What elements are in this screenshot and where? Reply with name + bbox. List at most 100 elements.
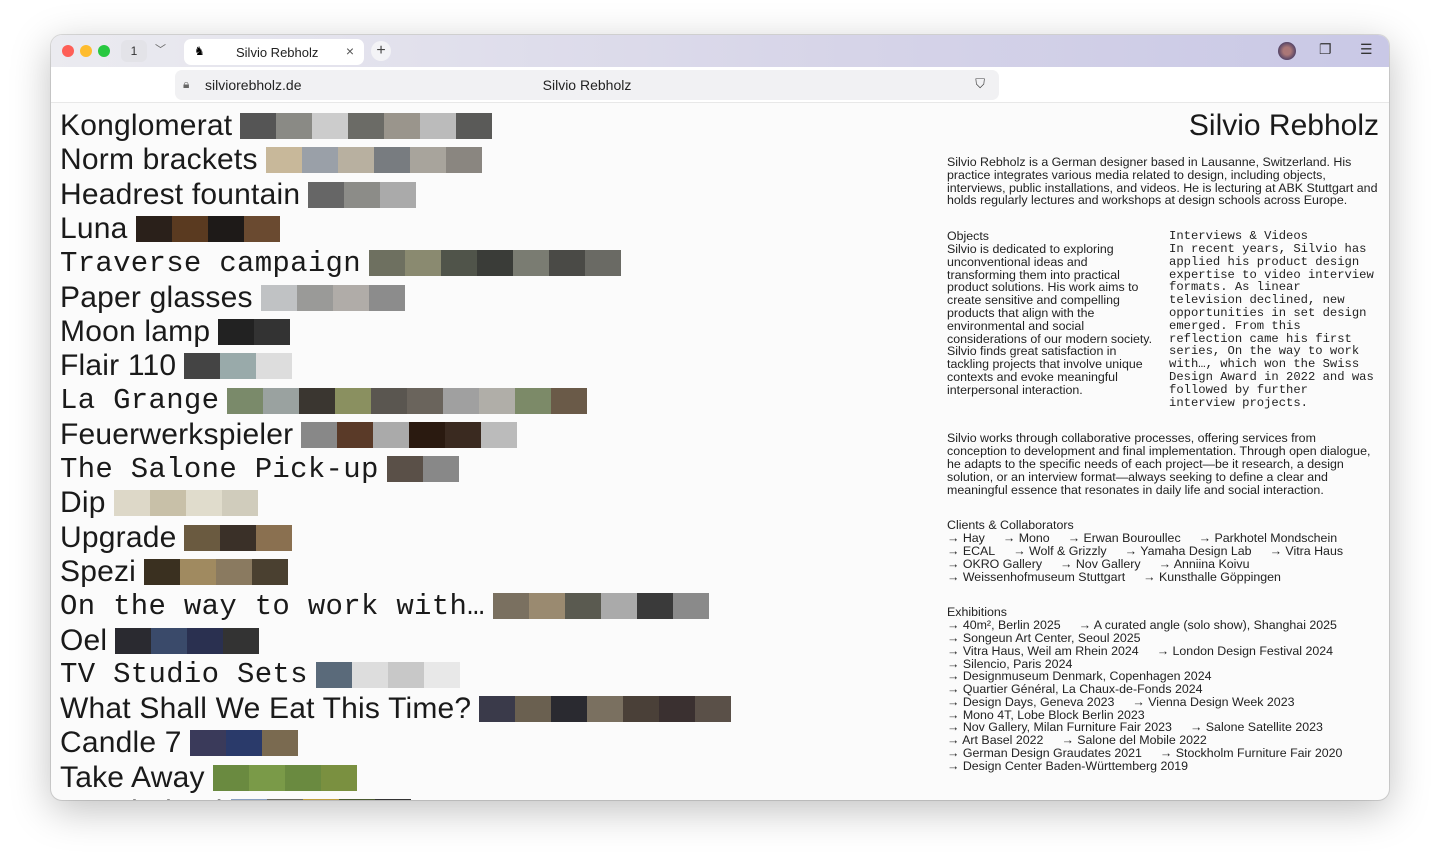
thumbnail-image[interactable] (243, 216, 280, 243)
project-thumbnails[interactable] (240, 113, 493, 140)
thumbnail-image[interactable] (301, 421, 338, 448)
thumbnail-image[interactable] (373, 147, 410, 174)
thumbnail-image[interactable] (636, 593, 673, 620)
project-row[interactable]: What Shall We Eat This Time? (60, 692, 732, 726)
thumbnail-image[interactable] (212, 764, 249, 791)
thumbnail-image[interactable] (659, 696, 696, 723)
thumbnail-image[interactable] (481, 421, 518, 448)
thumbnail-image[interactable] (623, 696, 660, 723)
thumbnail-image[interactable] (337, 147, 374, 174)
thumbnail-image[interactable] (276, 113, 313, 140)
thumbnail-image[interactable] (374, 799, 411, 800)
thumbnail-image[interactable] (180, 559, 217, 585)
thumbnail-image[interactable] (207, 216, 244, 243)
thumbnail-image[interactable] (551, 387, 588, 414)
project-title[interactable]: Spezi (60, 555, 136, 589)
thumbnail-image[interactable] (515, 696, 552, 723)
link-item[interactable]: → Quartier Général, La Chaux-de-Fonds 20… (947, 682, 1203, 696)
project-row[interactable]: Take Away (60, 761, 731, 795)
thumbnail-image[interactable] (409, 147, 446, 174)
thumbnail-image[interactable] (551, 696, 588, 723)
project-title[interactable]: Oel (60, 624, 107, 658)
thumbnail-image[interactable] (564, 593, 601, 620)
project-thumbnails[interactable] (115, 627, 260, 654)
project-thumbnails[interactable] (368, 250, 621, 277)
thumbnail-image[interactable] (265, 147, 302, 174)
project-row[interactable]: Upgrade (60, 521, 731, 555)
thumbnail-image[interactable] (315, 661, 352, 688)
project-row[interactable]: Luna (60, 212, 731, 246)
project-row[interactable]: Moon lamp (60, 315, 731, 349)
project-thumbnails[interactable] (212, 764, 357, 791)
thumbnail-image[interactable] (332, 284, 369, 311)
project-thumbnails[interactable] (135, 216, 280, 243)
thumbnail-image[interactable] (225, 730, 262, 757)
project-title[interactable]: Candle 7 (60, 726, 182, 760)
thumbnail-image[interactable] (144, 559, 181, 585)
new-tab-button[interactable]: + (371, 41, 391, 61)
project-row[interactable]: Candle 7 (60, 726, 731, 760)
thumbnail-image[interactable] (338, 799, 375, 800)
project-row[interactable]: Konglomerat (60, 109, 731, 143)
thumbnail-image[interactable] (476, 250, 513, 277)
project-title[interactable]: Paper glasses (60, 281, 253, 315)
link-item[interactable]: → Wolf & Grizzly (1013, 544, 1106, 558)
thumbnail-image[interactable] (387, 661, 424, 688)
thumbnail-image[interactable] (252, 559, 289, 585)
thumbnail-image[interactable] (584, 250, 621, 277)
project-thumbnails[interactable] (308, 181, 417, 208)
link-item[interactable]: → Yamaha Design Lab (1125, 544, 1252, 558)
thumbnail-image[interactable] (672, 593, 709, 620)
url-field[interactable]: 🔒︎ silviorebholz.de Silvio Rebholz ⛉ (175, 70, 999, 100)
project-thumbnails[interactable] (265, 147, 482, 174)
project-title[interactable]: Headrest fountain (60, 178, 300, 212)
thumbnail-image[interactable] (223, 627, 260, 654)
link-item[interactable]: → Design Center Baden-Württemberg 2019 (947, 759, 1188, 773)
thumbnail-image[interactable] (115, 627, 152, 654)
link-item[interactable]: → London Design Festival 2024 (1157, 644, 1333, 658)
project-title[interactable]: Moon lamp (60, 315, 210, 349)
thumbnail-image[interactable] (184, 353, 221, 380)
project-thumbnails[interactable] (479, 696, 732, 723)
link-item[interactable]: → Stockholm Furniture Fair 2020 (1160, 746, 1343, 760)
close-window-button[interactable] (62, 45, 74, 57)
project-row[interactable]: Traverse campaign (60, 246, 731, 280)
thumbnail-image[interactable] (248, 764, 285, 791)
project-row[interactable]: Norm brackets (60, 143, 731, 177)
thumbnail-image[interactable] (227, 387, 264, 414)
link-item[interactable]: → Vienna Design Week 2023 (1132, 695, 1294, 709)
thumbnail-image[interactable] (600, 593, 637, 620)
thumbnail-image[interactable] (113, 490, 150, 517)
thumbnail-image[interactable] (260, 284, 297, 311)
thumbnail-image[interactable] (337, 421, 374, 448)
thumbnail-image[interactable] (409, 421, 446, 448)
thumbnail-image[interactable] (254, 318, 291, 345)
project-title[interactable]: TV Studio Sets (60, 658, 308, 691)
thumbnail-image[interactable] (512, 250, 549, 277)
thumbnail-image[interactable] (266, 799, 303, 800)
project-row[interactable]: Dip (60, 486, 731, 520)
link-item[interactable]: → Vitra Haus (1270, 544, 1343, 558)
thumbnail-image[interactable] (373, 421, 410, 448)
thumbnail-image[interactable] (261, 730, 298, 757)
project-row[interactable]: Feuerwerkspieler (60, 418, 731, 452)
project-row[interactable]: The Salone Pick-up (60, 452, 731, 486)
thumbnail-image[interactable] (301, 147, 338, 174)
thumbnail-image[interactable] (371, 387, 408, 414)
link-item[interactable]: → ECAL (947, 544, 995, 558)
thumbnail-image[interactable] (422, 456, 459, 483)
thumbnail-image[interactable] (151, 627, 188, 654)
project-row[interactable]: TV Studio Sets (60, 658, 731, 692)
thumbnail-image[interactable] (312, 113, 349, 140)
thumbnail-image[interactable] (284, 764, 321, 791)
close-tab-icon[interactable]: × (346, 43, 354, 59)
thumbnail-image[interactable] (479, 696, 516, 723)
thumbnail-image[interactable] (185, 490, 222, 517)
thumbnail-image[interactable] (335, 387, 372, 414)
project-title[interactable]: La Grange (60, 384, 219, 417)
project-row[interactable]: Paper glasses (60, 280, 731, 314)
thumbnail-image[interactable] (187, 627, 224, 654)
project-row[interactable]: Wanderland (60, 795, 731, 800)
thumbnail-image[interactable] (351, 661, 388, 688)
link-item[interactable]: → Salone Satellite 2023 (1190, 720, 1323, 734)
